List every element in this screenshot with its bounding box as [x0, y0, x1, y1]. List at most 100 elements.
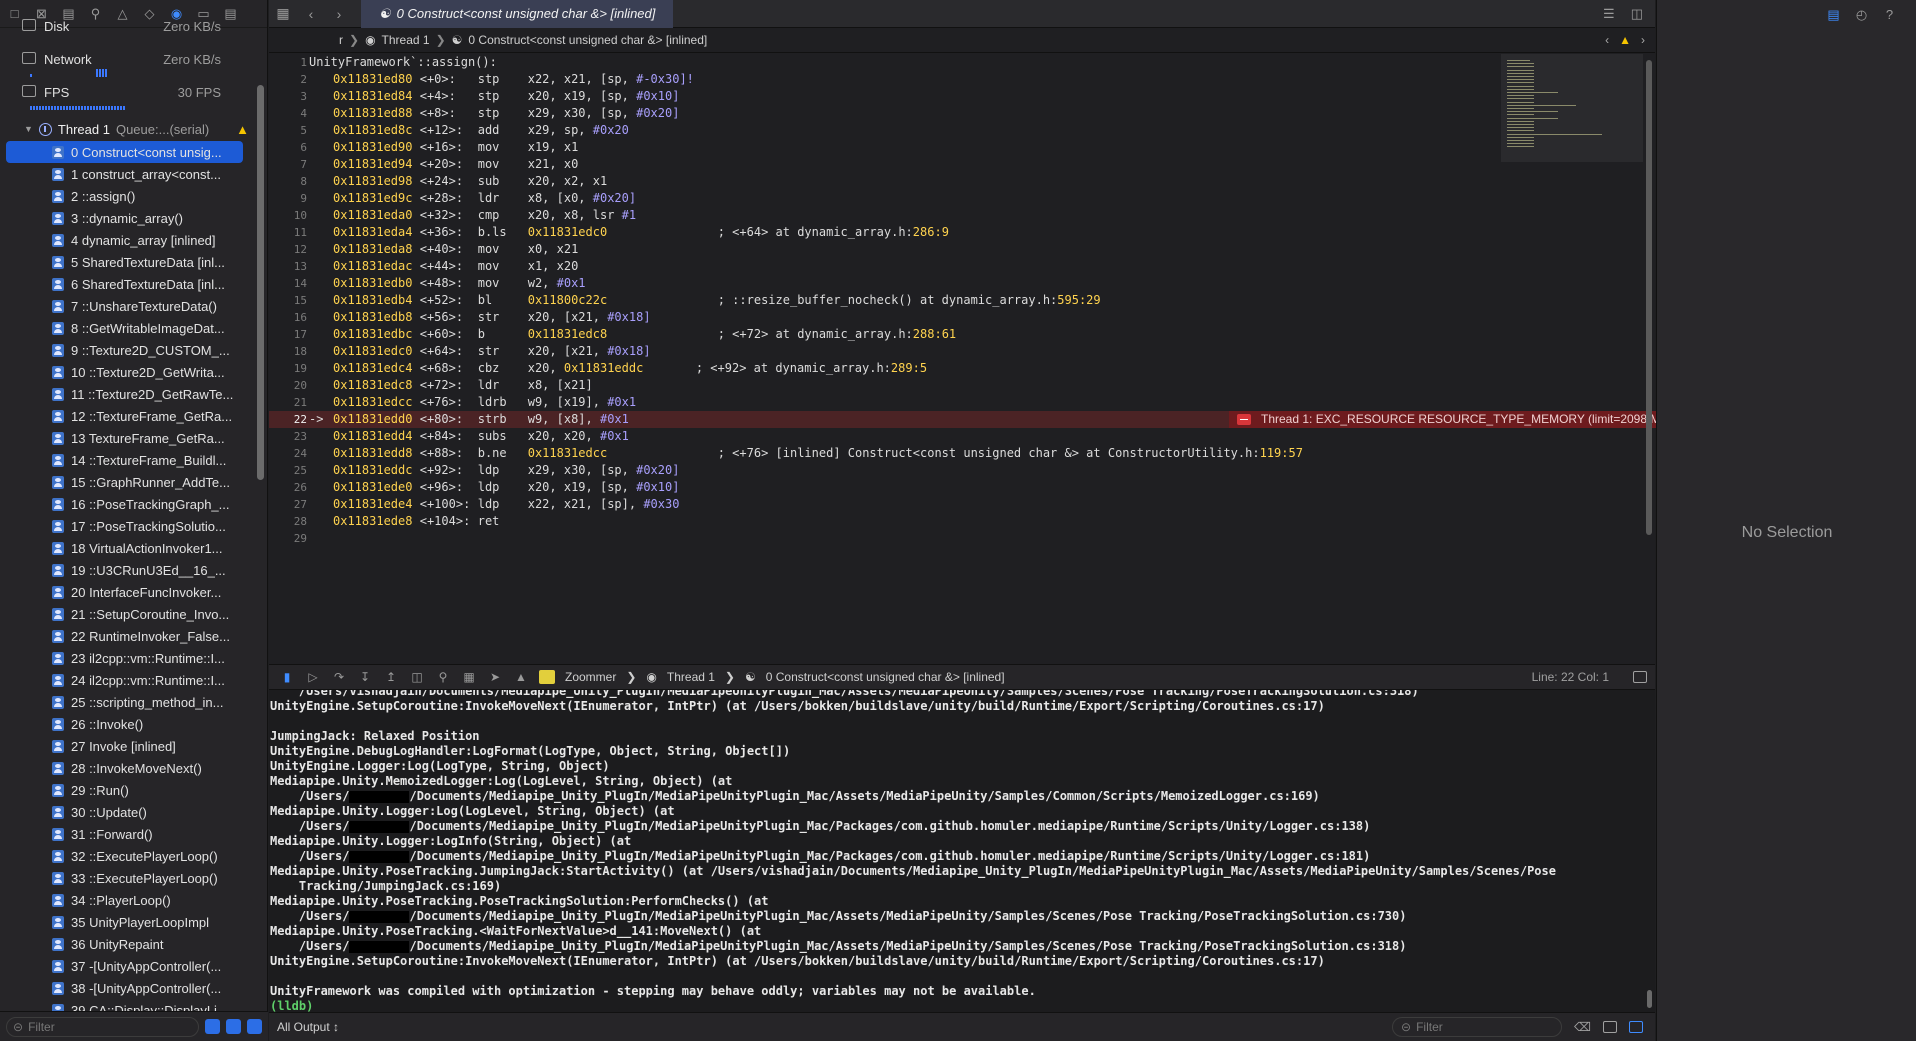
hide-panel-icon[interactable] [1633, 671, 1647, 683]
code-line[interactable]: 16 0x11831edb8 <+56>: str x20, [x21, #0x18] [269, 309, 1501, 326]
trash-icon[interactable]: ⌫ [1574, 1020, 1591, 1034]
gauge-fps[interactable]: FPS 30 FPS [0, 82, 255, 115]
jumpbar-item-thread[interactable]: Thread 1 [382, 33, 430, 47]
console-output[interactable]: /Users/vishadjain/Documents/Mediapipe_Un… [269, 690, 1655, 1012]
stack-frame-item[interactable]: 0 Construct<const unsig... [6, 141, 243, 163]
code-line[interactable]: 6 0x11831ed90 <+16>: mov x19, x1 [269, 139, 1501, 156]
code-line[interactable]: 7 0x11831ed94 <+20>: mov x21, x0 [269, 156, 1501, 173]
forward-icon[interactable]: › [325, 6, 353, 22]
grid-icon[interactable]: ▦ [269, 5, 297, 22]
stack-frame-item[interactable]: 22 RuntimeInvoker_False... [0, 625, 255, 647]
file-inspector-icon[interactable]: ▤ [1827, 7, 1841, 22]
jumpbar-item-project[interactable]: r [339, 33, 343, 47]
code-line[interactable]: 11 0x11831eda4 <+36>: b.ls 0x11831edc0 ; <+6… [269, 224, 1501, 241]
stack-frame-item[interactable]: 19 ::U3CRunU3Ed__16_... [0, 559, 255, 581]
stack-frame-item[interactable]: 13 TextureFrame_GetRa... [0, 427, 255, 449]
code-line[interactable]: 18 0x11831edc0 <+64>: str x20, [x21, #0x18] [269, 343, 1501, 360]
disclosure-chevron-icon[interactable]: ▼ [24, 124, 33, 134]
code-line[interactable]: 2 0x11831ed80 <+0>: stp x22, x21, [sp, #-0x… [269, 71, 1501, 88]
output-selector[interactable]: All Output ↕ [277, 1020, 339, 1034]
stack-frame-item[interactable]: 4 dynamic_array [inlined] [0, 229, 255, 251]
history-icon[interactable]: ◴ [1855, 7, 1869, 22]
location-icon[interactable]: ➤ [487, 670, 503, 684]
step-out-icon[interactable]: ↥ [383, 670, 399, 684]
code-line[interactable]: 24 0x11831edd8 <+88>: b.ne 0x11831edcc ; <+7… [269, 445, 1501, 462]
stack-frame-item[interactable]: 9 ::Texture2D_CUSTOM_... [0, 339, 255, 361]
stack-frame-item[interactable]: 23 il2cpp::vm::Runtime::I... [0, 647, 255, 669]
stack-frame-item[interactable]: 5 SharedTextureData [inl... [0, 251, 255, 273]
minimap[interactable] [1501, 54, 1643, 162]
stack-frame-item[interactable]: 36 UnityRepaint [0, 933, 255, 955]
console-scrollbar[interactable] [1647, 990, 1652, 1008]
stack-frame-item[interactable]: 26 ::Invoke() [0, 713, 255, 735]
stack-frame-item[interactable]: 21 ::SetupCoroutine_Invo... [0, 603, 255, 625]
process-icon[interactable]: ▲ [513, 670, 529, 684]
stack-frame-item[interactable]: 11 ::Texture2D_GetRawTe... [0, 383, 255, 405]
navigator-scrollbar[interactable] [257, 85, 264, 480]
stack-frame-item[interactable]: 1 construct_array<const... [0, 163, 255, 185]
editor-options-icon[interactable]: ☰ [1603, 6, 1615, 22]
stack-frame-item[interactable]: 16 ::PoseTrackingGraph_... [0, 493, 255, 515]
show-console-icon[interactable] [1629, 1021, 1643, 1033]
stack-frame-item[interactable]: 31 ::Forward() [0, 823, 255, 845]
code-line[interactable]: 14 0x11831edb0 <+48>: mov w2, #0x1 [269, 275, 1501, 292]
stack-frame-item[interactable]: 10 ::Texture2D_GetWrita... [0, 361, 255, 383]
stack-frame-item[interactable]: 6 SharedTextureData [inl... [0, 273, 255, 295]
stack-frame-item[interactable]: 29 ::Run() [0, 779, 255, 801]
jumpbar-item-frame[interactable]: 0 Construct<const unsigned char &> [inli… [468, 33, 707, 47]
debugbar-thread[interactable]: Thread 1 [667, 670, 715, 684]
editor-tab[interactable]: ☯ 0 Construct<const unsigned char &> [in… [361, 0, 674, 28]
stack-frame-item[interactable]: 32 ::ExecutePlayerLoop() [0, 845, 255, 867]
navigator-filter-input[interactable]: ⊝ Filter [6, 1016, 199, 1037]
breakpoints-toggle-icon[interactable]: ▮ [279, 670, 295, 684]
stack-frame-item[interactable]: 2 ::assign() [0, 185, 255, 207]
stack-frame-item[interactable]: 39 CA::Display::DisplayLi... [0, 999, 255, 1011]
code-line[interactable]: 28 0x11831ede8 <+104>: ret [269, 513, 1501, 530]
stack-frame-item[interactable]: 8 ::GetWritableImageDat... [0, 317, 255, 339]
stack-frame-item[interactable]: 33 ::ExecutePlayerLoop() [0, 867, 255, 889]
code-line[interactable]: 3 0x11831ed84 <+4>: stp x20, x19, [sp, #0x1… [269, 88, 1501, 105]
code-line[interactable]: 25 0x11831eddc <+92>: ldp x29, x30, [sp, #0… [269, 462, 1501, 479]
filter-toggle-icon[interactable] [247, 1019, 262, 1034]
editor-scrollbar[interactable] [1646, 60, 1652, 535]
step-over-icon[interactable]: ↷ [331, 670, 347, 684]
code-line[interactable]: 17 0x11831edbc <+60>: b 0x11831edc8 ; <+72> … [269, 326, 1501, 343]
environment-icon[interactable]: ▦ [461, 670, 477, 684]
console-filter-input[interactable]: ⊝ Filter [1392, 1017, 1563, 1037]
code-line[interactable]: 5 0x11831ed8c <+12>: add x29, sp, #0x20 [269, 122, 1501, 139]
code-line[interactable]: 20 0x11831edc8 <+72>: ldr x8, [x21] [269, 377, 1501, 394]
stack-frame-item[interactable]: 14 ::TextureFrame_Buildl... [0, 449, 255, 471]
code-line[interactable]: 23 0x11831edd4 <+84>: subs x20, x20, #0x1 [269, 428, 1501, 445]
stack-frame-item[interactable]: 7 ::UnshareTextureData() [0, 295, 255, 317]
code-line[interactable]: 1 UnityFramework`::assign(): [269, 54, 1501, 71]
warning-icon[interactable]: ▲ [1619, 33, 1631, 47]
code-line[interactable]: 27 0x11831ede4 <+100>: ldp x22, x21, [sp], … [269, 496, 1501, 513]
filter-toggle-icon[interactable] [205, 1019, 220, 1034]
debugbar-frame[interactable]: 0 Construct<const unsigned char &> [inli… [766, 670, 1005, 684]
stack-frame-item[interactable]: 12 ::TextureFrame_GetRa... [0, 405, 255, 427]
code-line[interactable]: 9 0x11831ed9c <+28>: ldr x8, [x0, #0x20] [269, 190, 1501, 207]
help-icon[interactable]: ? [1883, 7, 1897, 22]
step-into-icon[interactable]: ↧ [357, 670, 373, 684]
previous-issue-icon[interactable]: ‹ [1605, 33, 1609, 47]
code-line[interactable]: 13 0x11831edac <+44>: mov x1, x20 [269, 258, 1501, 275]
code-line[interactable]: 8 0x11831ed98 <+24>: sub x20, x2, x1 [269, 173, 1501, 190]
split-editor-icon[interactable]: ◫ [1631, 6, 1643, 22]
code-line[interactable]: 22 -> 0x11831edd0 <+80>: strb w9, [x8], #0x1… [269, 411, 1771, 428]
continue-icon[interactable]: ▷ [305, 670, 321, 684]
stack-frame-item[interactable]: 24 il2cpp::vm::Runtime::I... [0, 669, 255, 691]
gauge-disk[interactable]: Disk Zero KB/s [0, 16, 255, 49]
filter-toggle-icon[interactable] [226, 1019, 241, 1034]
stack-frame-item[interactable]: 20 InterfaceFuncInvoker... [0, 581, 255, 603]
next-issue-icon[interactable]: › [1641, 33, 1645, 47]
show-variables-icon[interactable] [1603, 1021, 1617, 1033]
stack-frame-item[interactable]: 38 -[UnityAppController(... [0, 977, 255, 999]
code-line[interactable]: 29 [269, 530, 1501, 547]
stack-frame-item[interactable]: 3 ::dynamic_array() [0, 207, 255, 229]
gauge-network[interactable]: Network Zero KB/s [0, 49, 255, 82]
code-line[interactable]: 15 0x11831edb4 <+52>: bl 0x11800c22c ; ::res… [269, 292, 1501, 309]
code-line[interactable]: 26 0x11831ede0 <+96>: ldp x20, x19, [sp, #0… [269, 479, 1501, 496]
debugbar-app[interactable]: Zoommer [565, 670, 616, 684]
stack-frame-item[interactable]: 18 VirtualActionInvoker1... [0, 537, 255, 559]
code-line[interactable]: 4 0x11831ed88 <+8>: stp x29, x30, [sp, #0x2… [269, 105, 1501, 122]
